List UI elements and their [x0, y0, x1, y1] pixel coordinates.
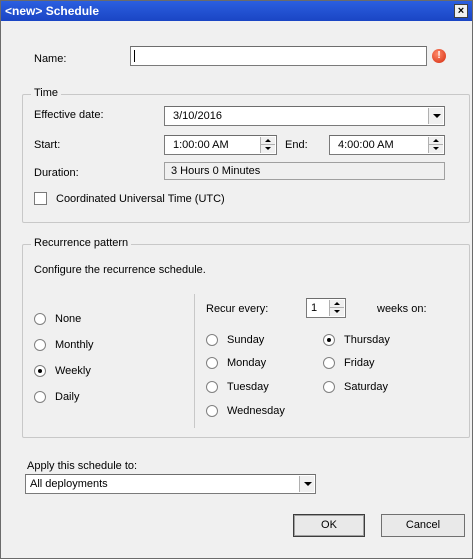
start-label: Start:	[34, 139, 61, 151]
schedule-dialog: <new> Schedule × Name: ! Time Effective …	[0, 0, 473, 559]
radio-button[interactable]	[34, 391, 46, 403]
start-time-spinner[interactable]	[260, 137, 275, 153]
text-caret	[134, 50, 135, 62]
effective-date-picker[interactable]: 3/10/2016	[164, 106, 445, 126]
recur-every-input[interactable]: 1	[306, 298, 346, 318]
weeks-on-label: weeks on:	[377, 303, 427, 315]
title-bar[interactable]: <new> Schedule ×	[1, 1, 472, 21]
spin-up-icon[interactable]	[330, 300, 344, 308]
radio-button[interactable]	[206, 405, 218, 417]
window-title: <new> Schedule	[5, 4, 100, 18]
chevron-down-icon[interactable]	[428, 108, 443, 124]
duration-label: Duration:	[34, 167, 79, 179]
recurrence-group-title: Recurrence pattern	[31, 237, 132, 249]
duration-value: 3 Hours 0 Minutes	[164, 162, 445, 180]
spin-down-icon[interactable]	[429, 145, 443, 153]
radio-button[interactable]	[323, 357, 335, 369]
radio-button[interactable]	[206, 357, 218, 369]
spin-up-icon[interactable]	[429, 137, 443, 145]
name-label: Name:	[34, 53, 67, 65]
start-time-input[interactable]: 1:00:00 AM	[164, 135, 277, 155]
effective-date-label: Effective date:	[34, 109, 104, 121]
spin-down-icon[interactable]	[330, 308, 344, 316]
radio-button[interactable]	[34, 339, 46, 351]
apply-schedule-select[interactable]: All deployments	[25, 474, 316, 494]
radio-button[interactable]	[34, 313, 46, 325]
time-group-title: Time	[31, 87, 62, 99]
error-icon: !	[432, 49, 446, 63]
name-input[interactable]	[130, 46, 427, 66]
spin-down-icon[interactable]	[261, 145, 275, 153]
end-time-spinner[interactable]	[428, 137, 443, 153]
radio-button[interactable]	[206, 334, 218, 346]
end-time-input[interactable]: 4:00:00 AM	[329, 135, 445, 155]
close-button[interactable]: ×	[454, 4, 468, 18]
radio-button[interactable]	[206, 381, 218, 393]
utc-checkbox[interactable]	[34, 192, 47, 205]
close-icon: ×	[457, 5, 465, 17]
chevron-down-icon[interactable]	[299, 476, 314, 492]
recur-every-label: Recur every:	[206, 303, 269, 315]
cancel-button[interactable]: Cancel	[381, 514, 465, 537]
ok-button[interactable]: OK	[293, 514, 365, 537]
utc-label: Coordinated Universal Time (UTC)	[56, 193, 225, 205]
radio-button[interactable]	[323, 381, 335, 393]
recur-every-spinner[interactable]	[329, 300, 344, 316]
radio-button-selected[interactable]	[34, 365, 46, 377]
recurrence-description: Configure the recurrence schedule.	[34, 264, 206, 276]
radio-button-selected[interactable]	[323, 334, 335, 346]
end-label: End:	[285, 139, 308, 151]
apply-schedule-label: Apply this schedule to:	[27, 460, 138, 472]
spin-up-icon[interactable]	[261, 137, 275, 145]
recurrence-separator	[194, 294, 195, 428]
